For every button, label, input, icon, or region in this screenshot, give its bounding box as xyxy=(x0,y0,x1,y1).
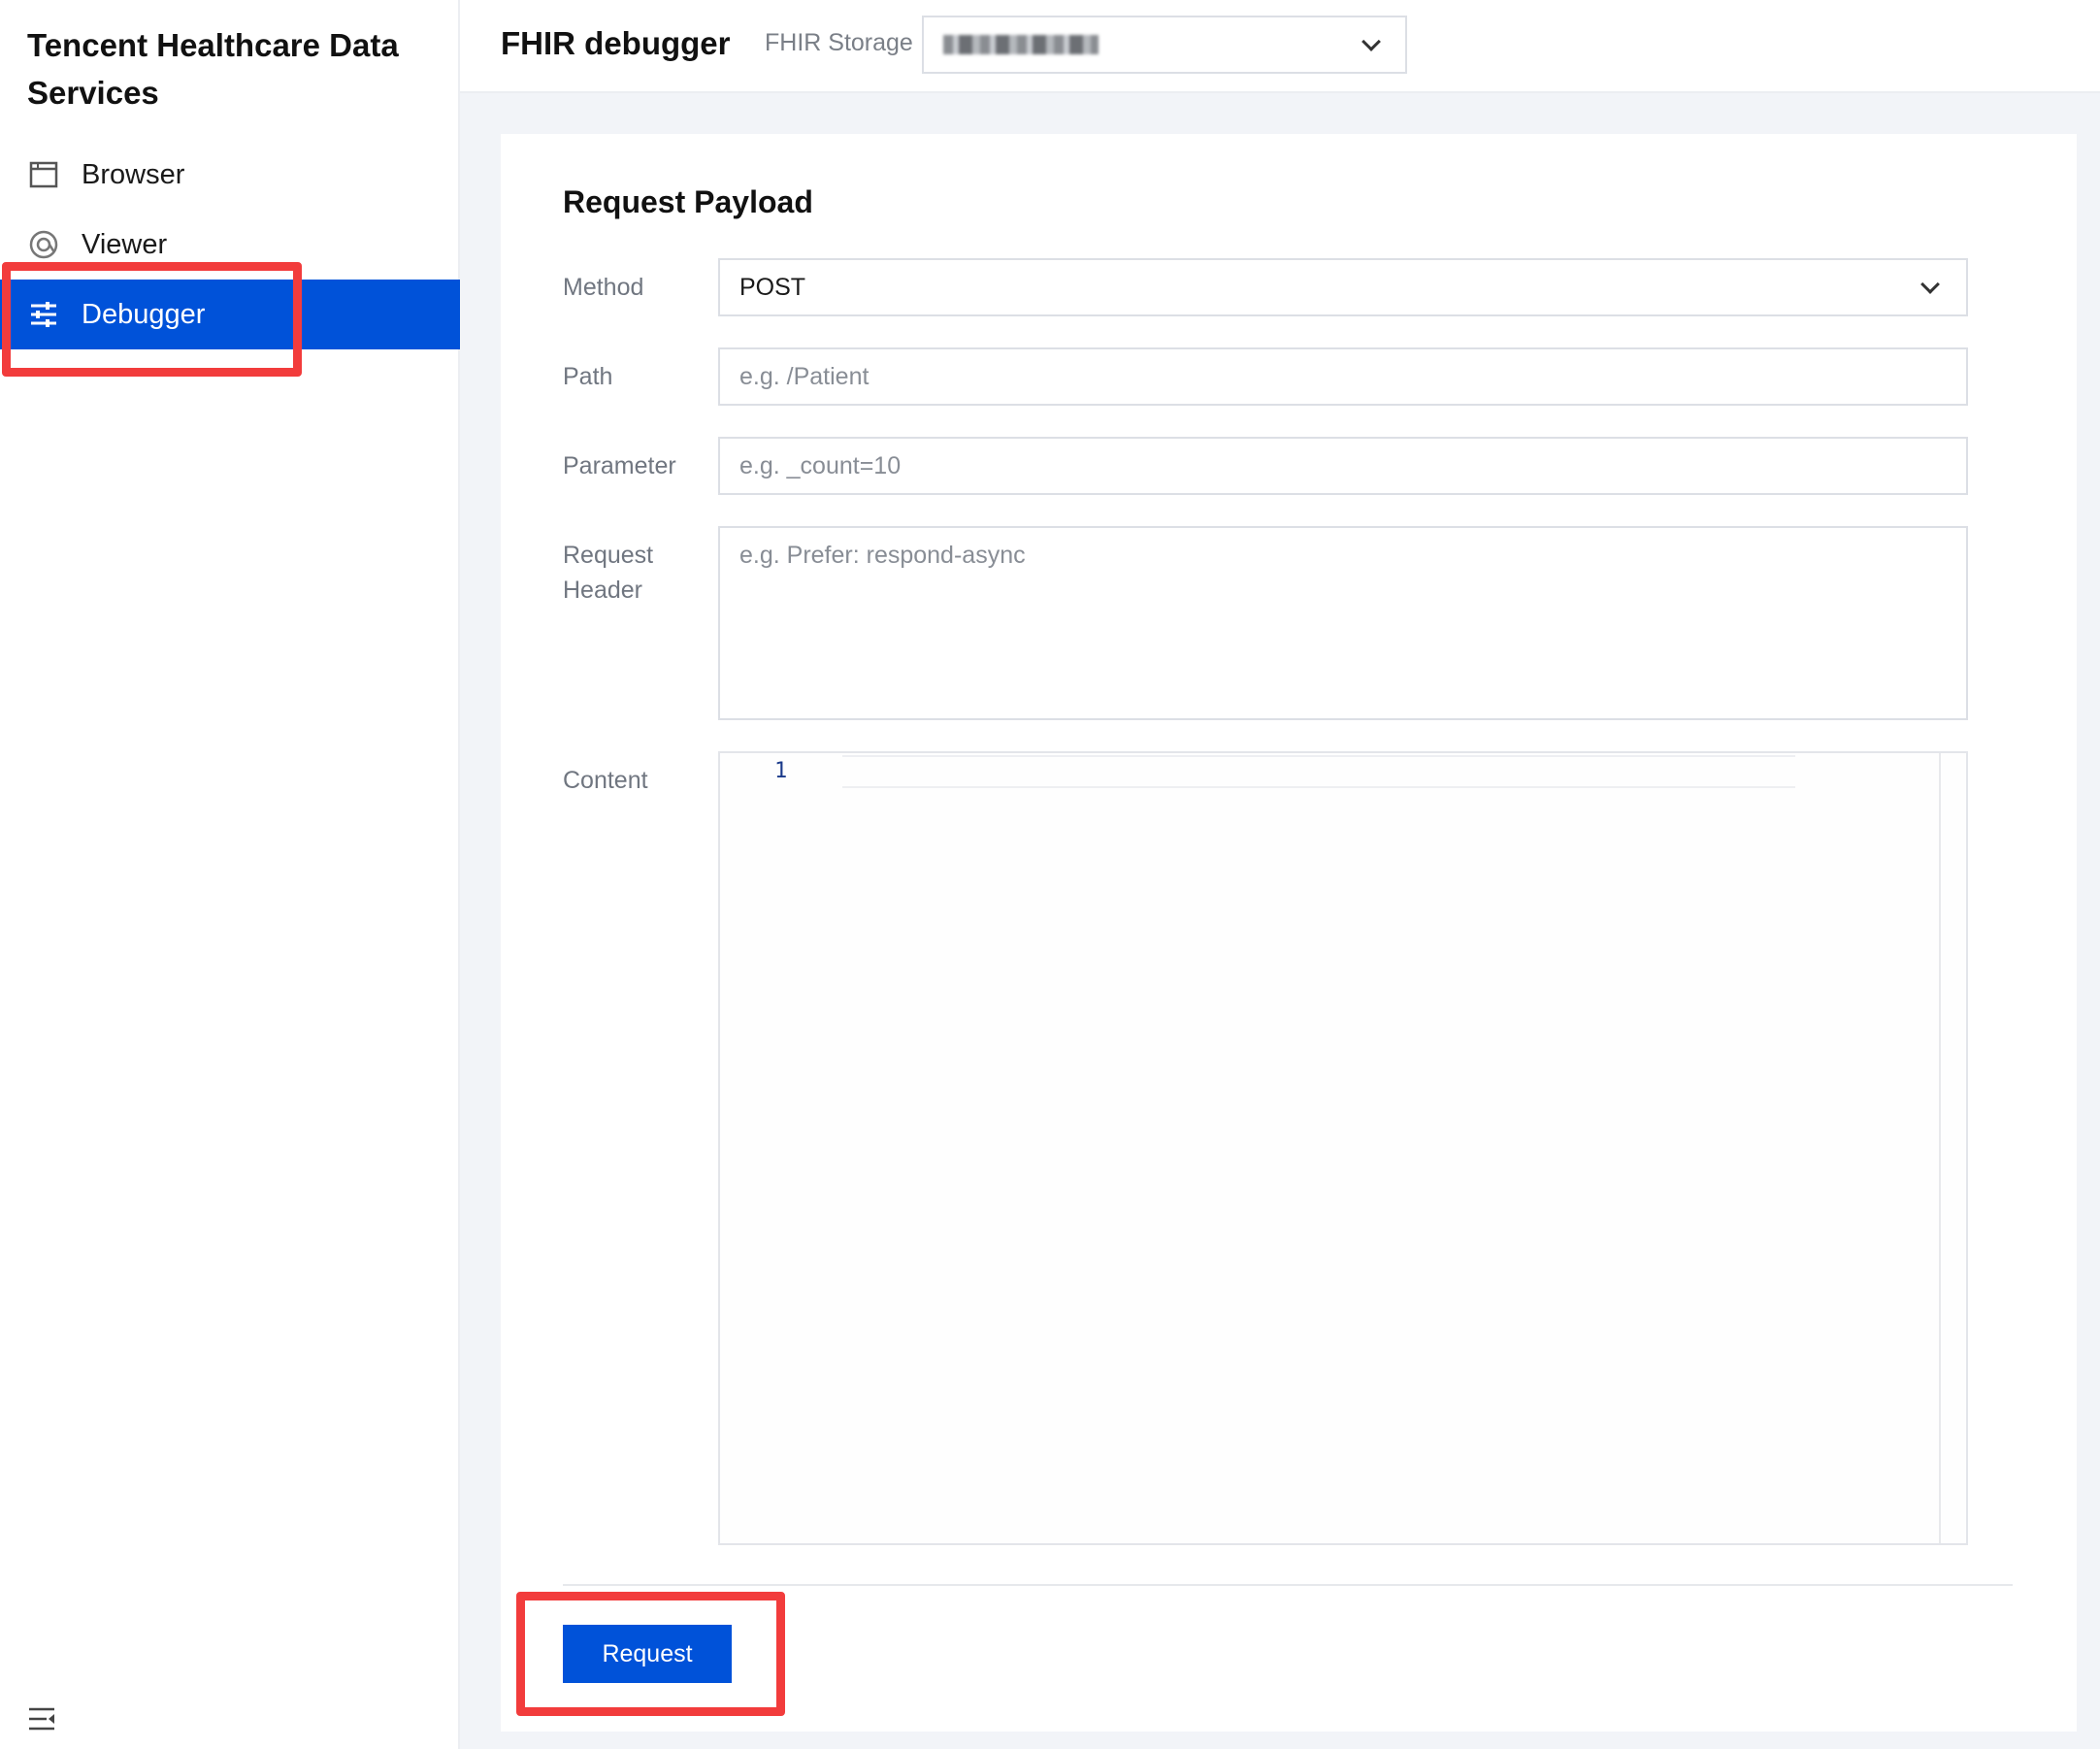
path-input[interactable] xyxy=(718,347,1968,406)
form-divider xyxy=(563,1584,2013,1586)
method-select[interactable]: POST xyxy=(718,258,1968,316)
method-value: POST xyxy=(739,273,806,301)
parameter-input[interactable] xyxy=(718,437,1968,495)
storage-value-redacted xyxy=(943,35,1099,54)
section-title: Request Payload xyxy=(563,184,813,219)
current-line-highlight xyxy=(842,755,1795,788)
chevron-down-icon xyxy=(1362,32,1381,51)
content-editor[interactable]: 1 xyxy=(718,751,1968,1545)
brand-title: Tencent Healthcare Data Services xyxy=(27,27,399,111)
request-header-label: Request Header xyxy=(563,542,654,604)
sidebar-item-browser[interactable]: Browser xyxy=(0,140,460,210)
request-button[interactable]: Request xyxy=(563,1625,732,1683)
collapse-menu-icon[interactable] xyxy=(27,1706,56,1732)
editor-scrollbar[interactable] xyxy=(1939,753,1941,1543)
top-header: FHIR debugger FHIR Storage xyxy=(460,0,2100,93)
page-title: FHIR debugger xyxy=(501,25,731,61)
parameter-label: Parameter xyxy=(563,452,676,479)
sliders-icon xyxy=(27,298,60,331)
sidebar-item-label: Viewer xyxy=(82,228,168,260)
viewer-icon xyxy=(27,228,60,261)
sidebar-item-viewer[interactable]: Viewer xyxy=(0,210,460,280)
storage-select[interactable] xyxy=(922,16,1407,74)
path-label: Path xyxy=(563,363,613,390)
line-number: 1 xyxy=(774,759,788,783)
storage-label: FHIR Storage xyxy=(765,29,913,56)
content-label: Content xyxy=(563,767,648,794)
sidebar: Tencent Healthcare Data Services Browser xyxy=(0,0,460,1749)
sidebar-item-label: Debugger xyxy=(82,298,206,330)
method-label: Method xyxy=(563,274,644,301)
browser-icon xyxy=(27,158,60,191)
chevron-down-icon xyxy=(1920,275,1940,294)
sidebar-item-debugger[interactable]: Debugger xyxy=(0,280,460,349)
sidebar-item-label: Browser xyxy=(82,158,185,190)
request-header-input[interactable] xyxy=(718,526,1968,720)
app-root: Tencent Healthcare Data Services Browser xyxy=(0,0,2100,1749)
